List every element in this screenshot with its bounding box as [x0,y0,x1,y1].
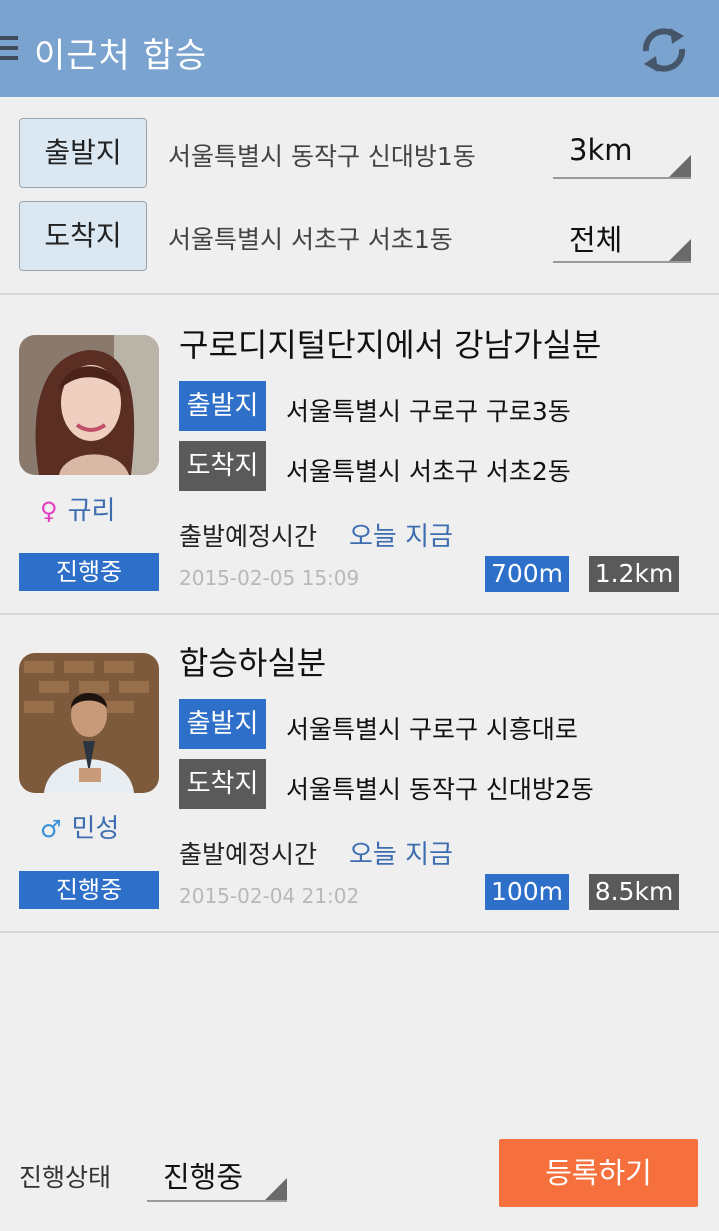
post-date: 2015-02-05 15:09 [179,566,360,590]
app-bar: 이근처 합승 [0,0,719,97]
dropdown-corner-icon [669,155,691,177]
status-filter-value: 진행중 [163,1160,244,1194]
origin-address: 서울특별시 동작구 신대방1동 [168,142,476,171]
avatar [19,653,159,793]
destination-distance: 1.2km [589,556,679,592]
schedule-label: 출발예정시간 [179,840,318,869]
card-title: 합승하실분 [179,644,327,682]
dropdown-corner-icon [669,239,691,261]
destination-radius-value: 전체 [569,223,623,257]
user-gender-name: ♂ 민성 [40,808,119,845]
destination-tag: 도착지 [179,759,266,809]
origin-tag: 출발지 [179,699,266,749]
origin-radius-value: 3km [569,133,633,167]
origin-text: 서울특별시 구로구 시흥대로 [286,715,578,744]
card-title: 구로디지털단지에서 강남가실분 [179,326,602,364]
location-filter: 출발지 서울특별시 동작구 신대방1동 3km 도착지 서울특별시 서초구 서초… [0,97,719,295]
origin-text: 서울특별시 구로구 구로3동 [286,397,571,426]
destination-radius-dropdown[interactable]: 전체 [553,213,691,263]
destination-tag: 도착지 [179,441,266,491]
user-name: 민성 [71,814,120,844]
app-title: 이근처 합승 [34,36,208,76]
user-name: 규리 [67,496,116,526]
status-filter-dropdown[interactable]: 진행중 [147,1150,287,1202]
destination-text: 서울특별시 서초구 서초2동 [286,457,571,486]
male-icon: ♂ [40,815,62,843]
origin-radius-dropdown[interactable]: 3km [553,129,691,179]
dropdown-corner-icon [265,1178,287,1200]
status-badge: 진행중 [19,553,159,591]
ride-card[interactable]: ♂ 민성 진행중 합승하실분 출발지 서울특별시 구로구 시흥대로 도착지 서울특… [0,613,719,933]
destination-text: 서울특별시 동작구 신대방2동 [286,775,594,804]
status-badge: 진행중 [19,871,159,909]
origin-button[interactable]: 출발지 [19,118,147,188]
schedule-label: 출발예정시간 [179,522,318,551]
refresh-icon[interactable] [638,24,690,76]
destination-address: 서울특별시 서초구 서초1동 [168,225,453,254]
register-button[interactable]: 등록하기 [499,1139,698,1207]
avatar [19,335,159,475]
schedule-value: 오늘 지금 [349,522,453,552]
destination-distance: 8.5km [589,874,679,910]
origin-distance: 700m [485,556,569,592]
female-icon: ♀ [40,497,58,525]
origin-distance: 100m [485,874,569,910]
status-filter-label: 진행상태 [19,1163,112,1192]
ride-card[interactable]: ♀ 규리 진행중 구로디지털단지에서 강남가실분 출발지 서울특별시 구로구 구로… [0,295,719,615]
user-gender-name: ♀ 규리 [40,490,115,527]
menu-icon[interactable] [0,36,18,62]
post-date: 2015-02-04 21:02 [179,884,360,908]
destination-button[interactable]: 도착지 [19,201,147,271]
schedule-value: 오늘 지금 [349,840,453,870]
origin-tag: 출발지 [179,381,266,431]
